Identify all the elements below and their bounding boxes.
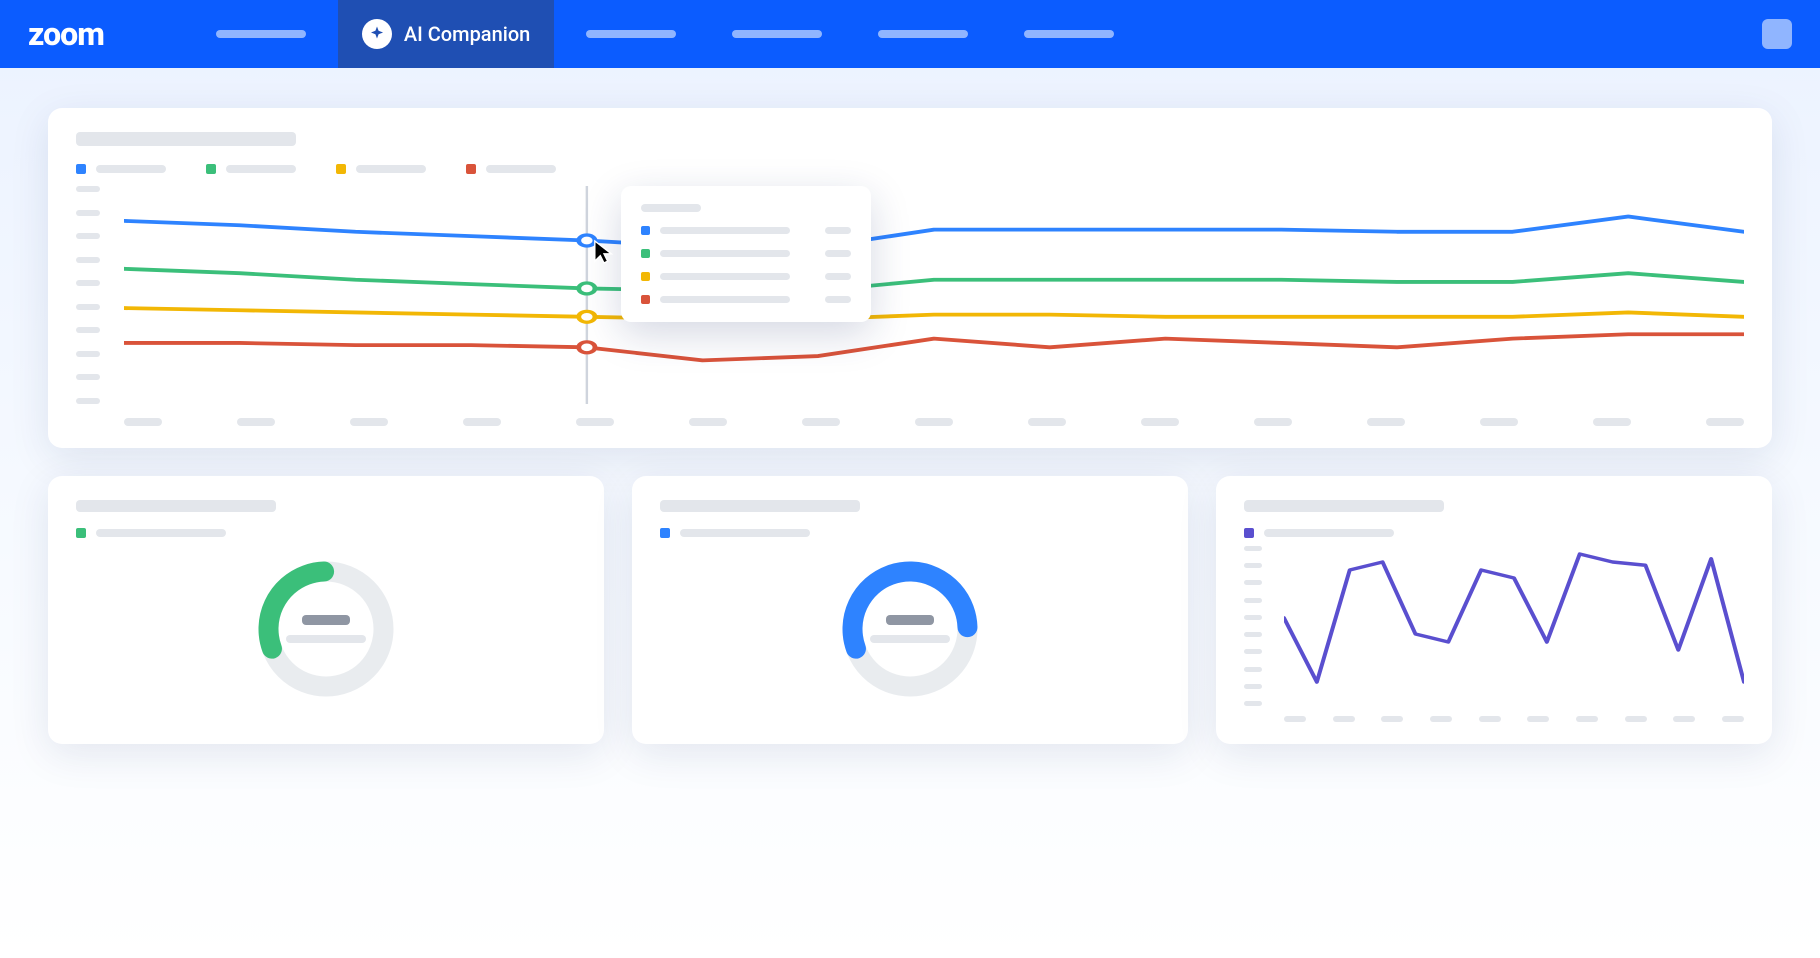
brand-logo: zoom: [28, 15, 104, 53]
card-title-placeholder: [76, 132, 296, 146]
donut-chart-blue[interactable]: [660, 538, 1160, 720]
sparkle-icon: [362, 19, 392, 49]
chart-legend: [76, 164, 1744, 174]
donut-chart-green[interactable]: [76, 538, 576, 720]
mini-line-card: [1216, 476, 1772, 744]
main-line-chart-card: [48, 108, 1772, 448]
cursor-icon: [593, 239, 615, 265]
dashboard-content: [0, 68, 1820, 784]
chart-tooltip: [621, 186, 871, 322]
nav-item-placeholder-3[interactable]: [708, 0, 846, 68]
legend-item-green[interactable]: [206, 164, 296, 174]
nav-item-placeholder-1[interactable]: [192, 0, 330, 68]
nav-item-placeholder-2[interactable]: [562, 0, 700, 68]
nav-item-placeholder-5[interactable]: [1000, 0, 1138, 68]
main-chart-body[interactable]: [76, 186, 1744, 424]
legend-item-yellow[interactable]: [336, 164, 426, 174]
legend-item-blue[interactable]: [76, 164, 166, 174]
mini-line-chart[interactable]: [1244, 546, 1744, 720]
legend-item-red[interactable]: [466, 164, 556, 174]
donut-card-blue: [632, 476, 1188, 744]
nav-item-ai-companion[interactable]: AI Companion: [338, 0, 554, 68]
top-nav: zoom AI Companion: [0, 0, 1820, 68]
nav-item-placeholder-4[interactable]: [854, 0, 992, 68]
nav-item-label: AI Companion: [404, 22, 530, 46]
profile-button[interactable]: [1762, 19, 1792, 49]
donut-card-green: [48, 476, 604, 744]
